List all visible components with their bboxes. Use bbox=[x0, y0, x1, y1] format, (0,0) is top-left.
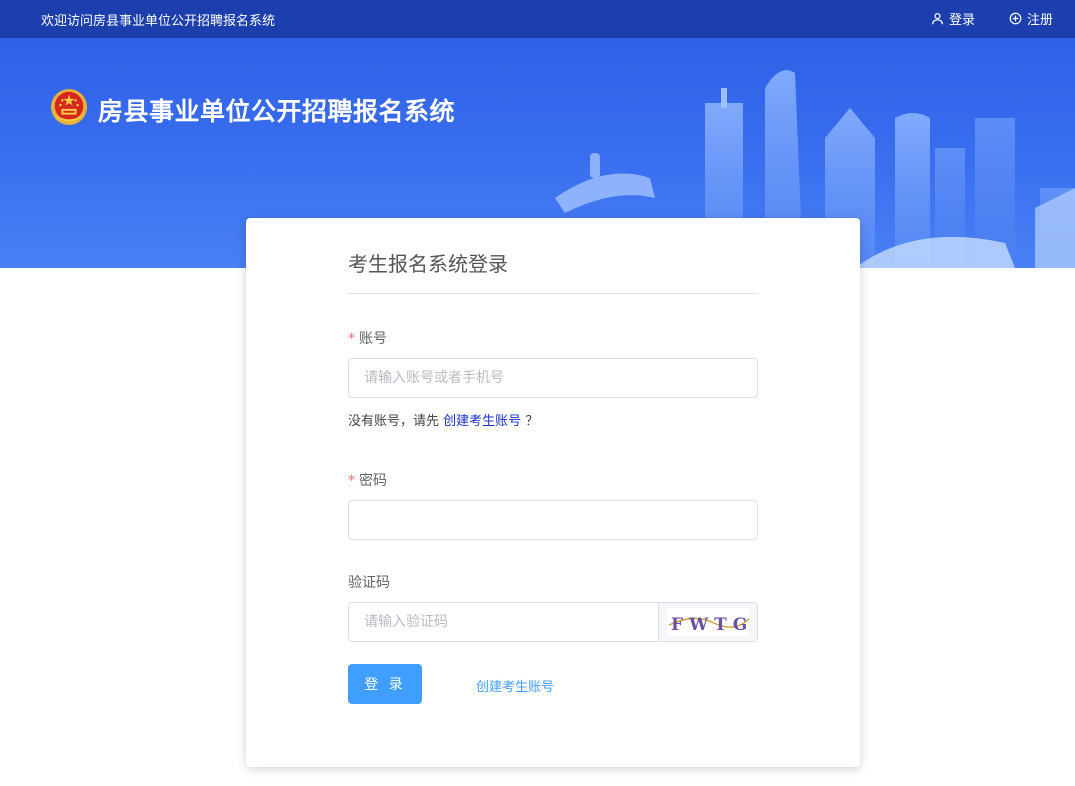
captcha-graphic: FWTG bbox=[667, 608, 753, 636]
required-mark: * bbox=[348, 473, 355, 489]
captcha-label: 验证码 bbox=[348, 575, 390, 591]
password-input[interactable] bbox=[348, 500, 758, 540]
register-nav-link[interactable]: 注册 bbox=[1009, 9, 1053, 28]
title-divider bbox=[348, 293, 758, 294]
account-input[interactable] bbox=[348, 358, 758, 398]
login-nav-link[interactable]: 登录 bbox=[931, 9, 975, 28]
hint-prefix: 没有账号，请先 bbox=[348, 414, 440, 429]
password-label: * 密码 bbox=[348, 470, 387, 490]
top-bar: 欢迎访问房县事业单位公开招聘报名系统 登录 注册 bbox=[0, 0, 1075, 38]
captcha-image[interactable]: FWTG bbox=[658, 603, 757, 641]
national-emblem-icon bbox=[50, 88, 88, 126]
plus-circle-icon bbox=[1009, 12, 1022, 25]
create-account-hint: 没有账号，请先 创建考生账号 ？ bbox=[348, 410, 538, 429]
hint-suffix: ？ bbox=[525, 414, 539, 429]
create-account-hint-link[interactable]: 创建考生账号 bbox=[443, 414, 521, 429]
site-title: 房县事业单位公开招聘报名系统 bbox=[98, 97, 456, 126]
login-button[interactable]: 登 录 bbox=[348, 664, 422, 704]
captcha-field: FWTG bbox=[348, 602, 758, 642]
top-nav: 登录 注册 bbox=[931, 9, 1053, 28]
account-label-text: 账号 bbox=[359, 331, 387, 347]
login-form-title: 考生报名系统登录 bbox=[348, 252, 508, 276]
captcha-input[interactable] bbox=[349, 603, 658, 641]
account-label: * 账号 bbox=[348, 328, 387, 348]
register-nav-label: 注册 bbox=[1026, 13, 1053, 28]
user-icon bbox=[931, 13, 943, 25]
login-card: 考生报名系统登录 *账号 没有账号，请先 创建考生账号 ？ *密码 验证码 FW… bbox=[246, 218, 860, 767]
welcome-text: 欢迎访问房县事业单位公开招聘报名系统 bbox=[41, 14, 276, 29]
required-mark: * bbox=[348, 331, 355, 347]
password-label-text: 密码 bbox=[359, 473, 387, 489]
create-account-link[interactable]: 创建考生账号 bbox=[476, 676, 554, 695]
login-nav-label: 登录 bbox=[948, 13, 975, 28]
captcha-text: FWTG bbox=[671, 615, 753, 635]
